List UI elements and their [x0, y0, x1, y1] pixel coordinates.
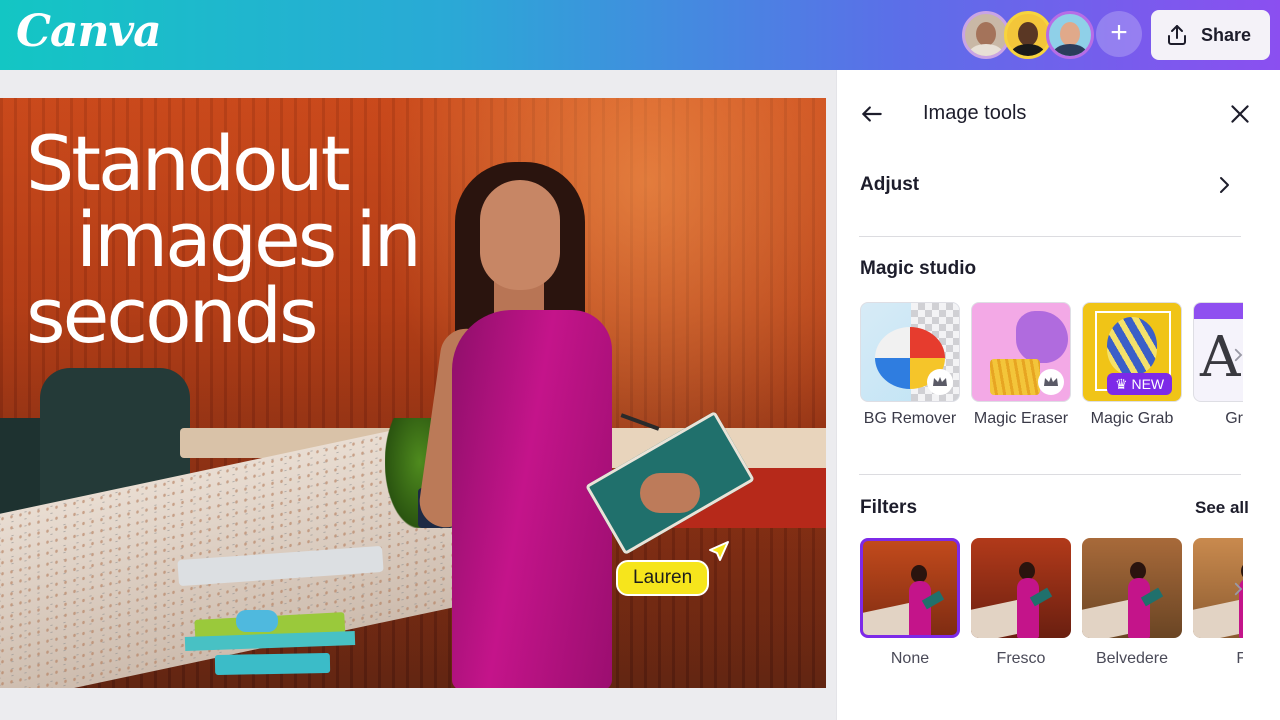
headline-line-2: images in — [76, 195, 422, 284]
filter-label: Belvedere — [1095, 650, 1169, 667]
bg-remover-thumbnail — [860, 302, 960, 402]
filter-partial[interactable]: Fi — [1193, 538, 1243, 668]
collaborator-avatar-3[interactable] — [1046, 11, 1094, 59]
panel-title: Image tools — [923, 102, 1027, 124]
tool-bg-remover[interactable]: BG Remover — [860, 302, 960, 428]
magic-studio-tools: BG Remover Magic Eraser ♛ NEW Magic Grab — [860, 302, 1243, 432]
panel-header: Image tools — [859, 98, 1265, 130]
filter-thumbnail — [860, 538, 960, 638]
tool-label: Magic Eraser — [973, 410, 1069, 427]
filter-none[interactable]: None — [860, 538, 960, 668]
filter-thumbnail — [1082, 538, 1182, 638]
design-headline[interactable]: Standout images in seconds — [26, 119, 422, 360]
filter-label: Fi — [1236, 650, 1243, 667]
tool-label: BG Remover — [863, 410, 957, 427]
filters-list: None Fresco Belvedere Fi — [860, 538, 1243, 678]
crown-icon — [927, 369, 953, 395]
top-bar: Canva + Share — [0, 0, 1280, 70]
adjust-label: Adjust — [860, 174, 920, 195]
magic-studio-title: Magic studio — [860, 258, 977, 279]
chevron-right-icon[interactable] — [1229, 346, 1247, 364]
collaborator-avatars: + — [962, 11, 1142, 59]
filter-fresco[interactable]: Fresco — [971, 538, 1071, 668]
divider — [859, 236, 1241, 237]
chevron-right-icon[interactable] — [1229, 580, 1247, 598]
share-icon — [1168, 25, 1186, 45]
filter-thumbnail — [971, 538, 1071, 638]
filters-title: Filters — [860, 497, 918, 518]
collaborator-cursor-icon — [709, 541, 729, 561]
image-tools-panel: Image tools Adjust Magic studio BG Remov… — [836, 70, 1280, 720]
canva-logo[interactable]: Canva — [16, 6, 162, 57]
magic-eraser-thumbnail — [971, 302, 1071, 402]
tool-label: Magic Grab — [1090, 410, 1174, 427]
adjust-row[interactable]: Adjust — [860, 168, 1232, 204]
headline-line-3: seconds — [26, 271, 319, 360]
crown-icon — [1038, 369, 1064, 395]
filter-belvedere[interactable]: Belvedere — [1082, 538, 1182, 668]
magic-grab-thumbnail: ♛ NEW — [1082, 302, 1182, 402]
add-collaborator-button[interactable]: + — [1096, 11, 1142, 57]
chevron-right-icon — [1220, 177, 1229, 193]
new-badge: ♛ NEW — [1107, 373, 1173, 395]
collaborator-avatar-1[interactable] — [962, 11, 1010, 59]
tool-magic-grab[interactable]: ♛ NEW Magic Grab — [1082, 302, 1182, 428]
headline-line-1: Standout — [26, 119, 350, 208]
see-all-link[interactable]: See all — [1195, 498, 1249, 518]
filter-label: Fresco — [996, 650, 1046, 667]
tool-label: Grab — [1225, 410, 1243, 427]
filter-label: None — [890, 650, 930, 667]
share-button-label: Share — [1201, 24, 1252, 45]
collaborator-cursor-label: Lauren — [616, 560, 710, 596]
back-arrow-icon[interactable] — [859, 101, 885, 127]
tool-grab-text[interactable]: Aa Grab — [1193, 302, 1243, 428]
tool-magic-eraser[interactable]: Magic Eraser — [971, 302, 1071, 428]
divider — [859, 474, 1241, 475]
close-icon[interactable] — [1227, 101, 1253, 127]
collaborator-avatar-2[interactable] — [1004, 11, 1052, 59]
share-button[interactable]: Share — [1151, 10, 1270, 60]
